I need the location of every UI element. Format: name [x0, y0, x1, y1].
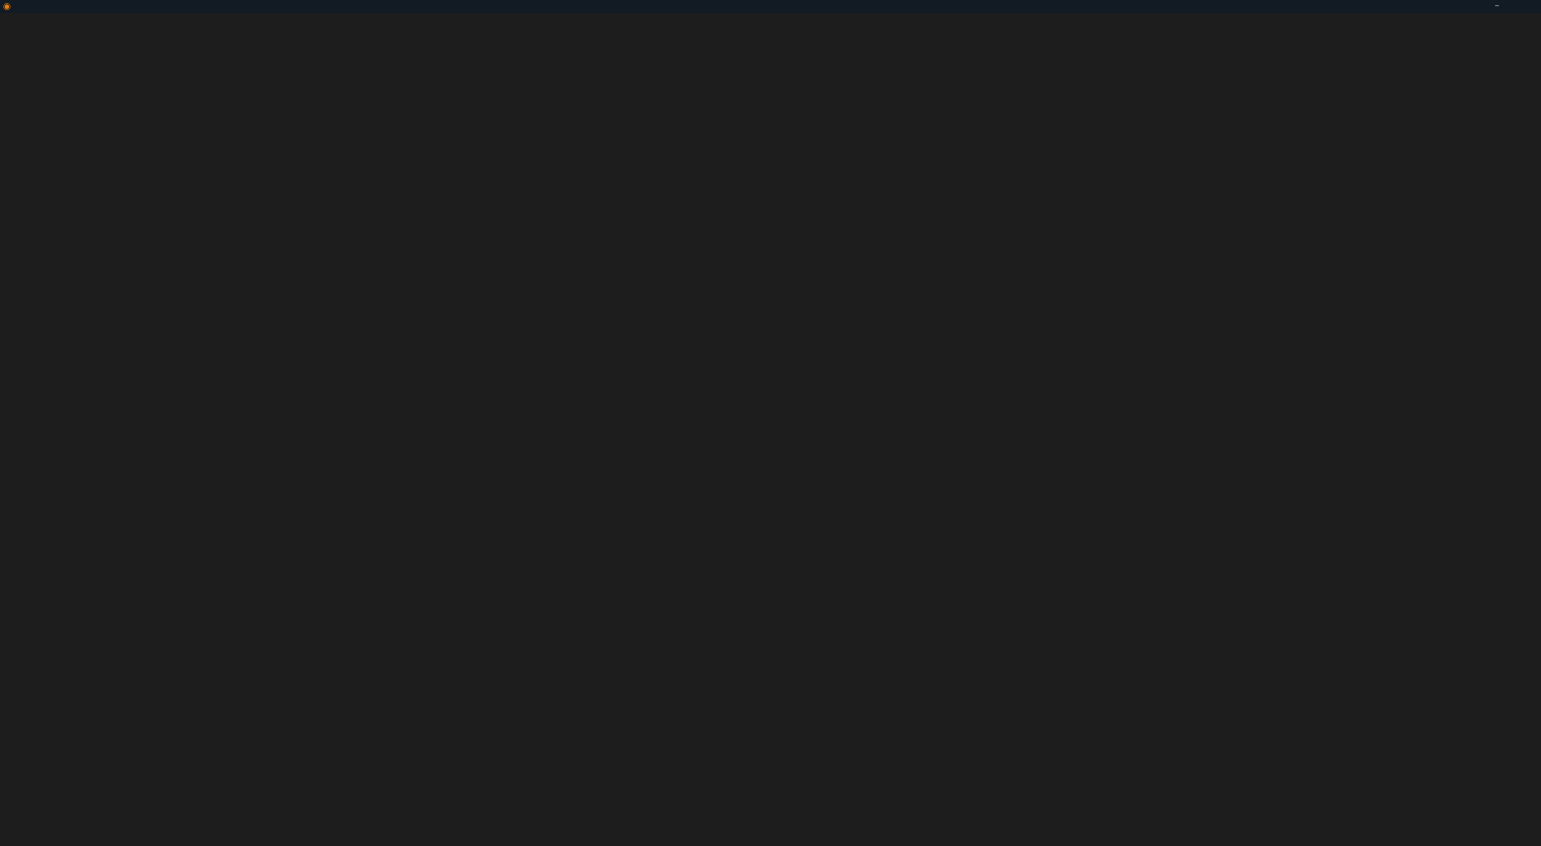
title-bar: ◉ –	[0, 0, 1541, 13]
minimize-icon	[1482, 0, 1512, 13]
blender-logo-icon: ◉	[3, 1, 11, 12]
